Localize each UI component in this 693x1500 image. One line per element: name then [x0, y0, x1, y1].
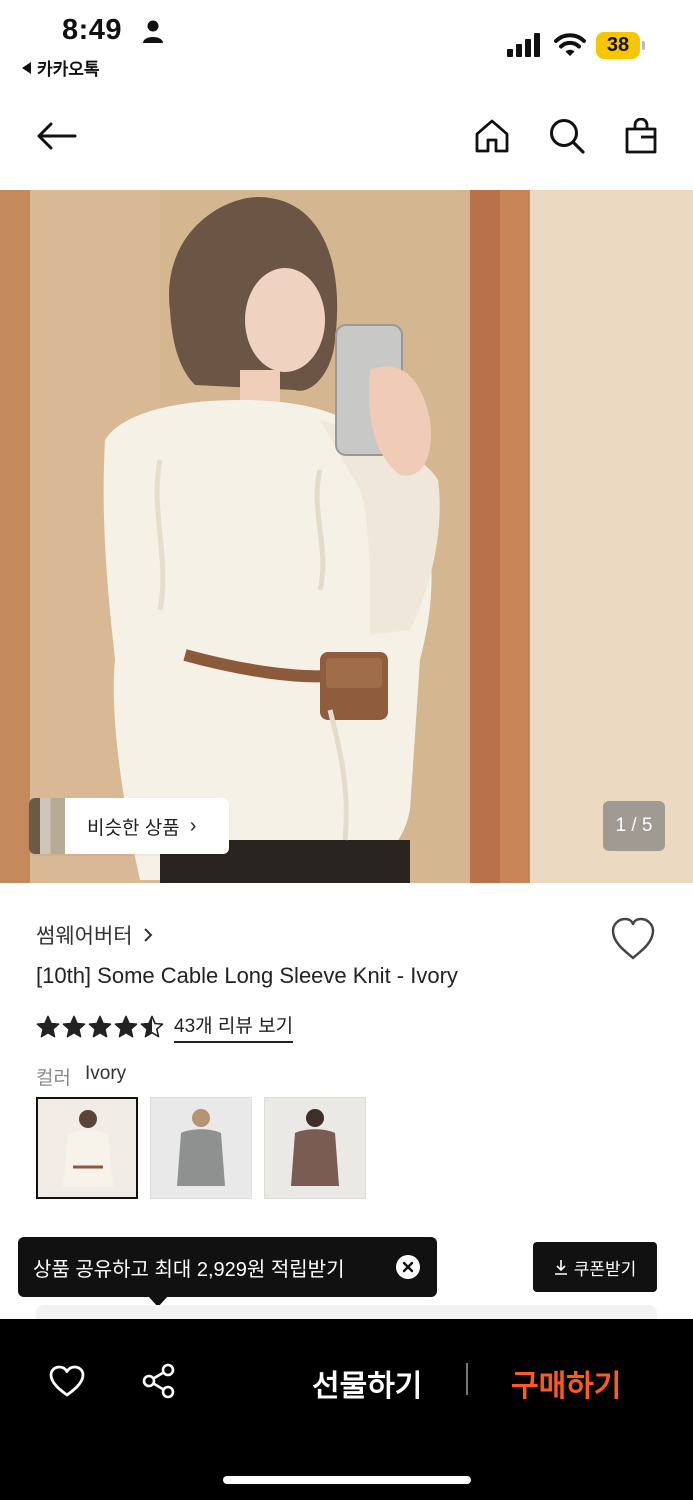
star-icon	[36, 1015, 60, 1038]
share-reward-tooltip: 상품 공유하고 최대 2,929원 적립받기	[18, 1237, 437, 1307]
star-icon	[140, 1015, 164, 1038]
back-triangle-icon	[22, 61, 31, 74]
signal-icon	[507, 33, 540, 57]
coupon-button[interactable]: 쿠폰받기	[533, 1242, 657, 1292]
back-app-label: 카카오톡	[37, 60, 100, 79]
star-icon	[62, 1015, 86, 1038]
gift-button[interactable]: 선물하기	[312, 1361, 422, 1405]
back-to-app-link[interactable]: 카카오톡	[22, 55, 100, 80]
star-rating	[36, 1015, 164, 1039]
product-image[interactable]	[0, 190, 693, 883]
person-icon	[143, 20, 163, 43]
app-header	[0, 96, 693, 180]
similar-products-thumbnail	[29, 798, 65, 854]
brand-name: 썸웨어버터	[36, 925, 133, 948]
back-arrow-icon[interactable]	[34, 114, 78, 158]
rating-row: 43개 리뷰 보기	[36, 1011, 294, 1043]
color-swatch-brown[interactable]	[264, 1097, 366, 1199]
color-row: 컬러 Ivory	[36, 1063, 126, 1090]
similar-products-button[interactable]: 비슷한 상품 ›	[29, 798, 229, 854]
product-title: [10th] Some Cable Long Sleeve Knit - Ivo…	[36, 963, 458, 988]
tooltip-text: 상품 공유하고 최대 2,929원 적립받기	[33, 1258, 345, 1281]
wifi-icon	[554, 33, 586, 56]
color-value: Ivory	[84, 1063, 127, 1084]
home-icon[interactable]	[470, 114, 514, 158]
bottom-action-bar: 선물하기 구매하기	[0, 1319, 693, 1500]
status-time: 8:49	[62, 14, 123, 46]
close-icon[interactable]	[396, 1255, 420, 1279]
button-divider	[466, 1363, 468, 1395]
review-link[interactable]: 43개 리뷰 보기	[174, 1011, 294, 1043]
similar-products-label: 비슷한 상품	[87, 817, 180, 839]
wishlist-heart-icon[interactable]	[47, 1361, 87, 1401]
buy-button[interactable]: 구매하기	[511, 1361, 621, 1405]
star-icon	[114, 1015, 138, 1038]
search-icon[interactable]	[545, 114, 589, 158]
color-swatch-ivory[interactable]	[36, 1097, 138, 1199]
chevron-right-icon: ›	[189, 814, 197, 837]
home-indicator[interactable]	[223, 1476, 471, 1484]
product-photo	[0, 190, 693, 883]
coupon-label: 쿠폰받기	[573, 1259, 637, 1279]
heart-icon[interactable]	[609, 916, 657, 962]
shopping-bag-icon[interactable]	[619, 114, 663, 158]
battery-icon: 38	[596, 32, 645, 59]
image-page-counter: 1 / 5	[603, 801, 665, 851]
brand-link[interactable]: 썸웨어버터	[36, 920, 153, 950]
download-icon	[554, 1260, 567, 1275]
color-label: 컬러	[36, 1068, 71, 1089]
color-swatches	[36, 1097, 366, 1199]
share-icon[interactable]	[139, 1361, 179, 1401]
color-swatch-gray[interactable]	[150, 1097, 252, 1199]
chevron-right-icon	[143, 928, 153, 942]
battery-level: 38	[596, 32, 640, 59]
status-bar: 8:49 카카오톡 38	[0, 0, 693, 90]
star-icon	[88, 1015, 112, 1038]
